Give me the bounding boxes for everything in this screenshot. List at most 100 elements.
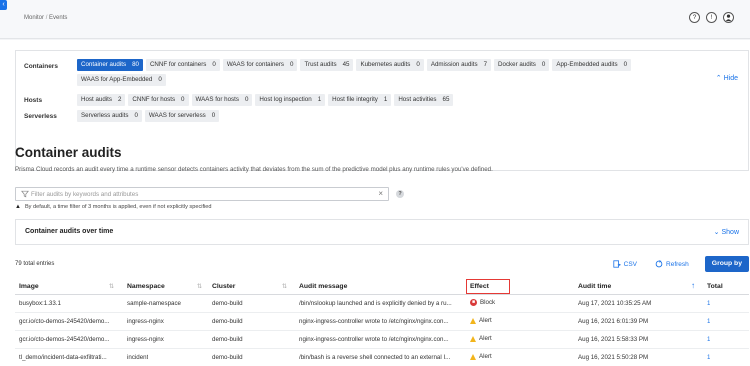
filter-chip[interactable]: WAAS for containers 0	[222, 59, 298, 71]
breadcrumb-root[interactable]: Monitor	[24, 15, 44, 21]
filter-chip-label: Admission audits	[430, 61, 478, 68]
cell-audit-message: /bin/bash is a reverse shell connected t…	[299, 354, 451, 361]
filter-chip-label: Serverless audits	[81, 112, 129, 119]
cell-total[interactable]: 1	[707, 318, 710, 325]
col-audit-message[interactable]: Audit message	[299, 283, 347, 290]
filter-chip-count: 0	[212, 61, 216, 68]
effect-label: Alert	[479, 335, 492, 342]
collapse-sidebar-icon[interactable]: ‹	[0, 0, 7, 10]
cell-total[interactable]: 1	[707, 354, 710, 361]
sort-icon[interactable]: ⇅	[109, 283, 114, 290]
alert-icon	[470, 353, 476, 360]
cell-cluster: demo-build	[212, 300, 243, 307]
filter-chip-label: CNNF for hosts	[132, 96, 176, 103]
col-audit-time[interactable]: Audit time	[578, 283, 611, 290]
filter-chip[interactable]: Host audits 2	[77, 94, 126, 106]
cell-total[interactable]: 1	[707, 300, 710, 307]
alert-icon[interactable]: !	[706, 12, 717, 23]
clear-icon[interactable]: ×	[378, 189, 383, 198]
effect-label: Alert	[479, 317, 492, 324]
filter-chip[interactable]: App-Embedded audits 0	[552, 59, 632, 71]
table-row[interactable]: gcr.io/cto-demos-245420/demo... ingress-n…	[15, 331, 749, 349]
filter-chip[interactable]: CNNF for containers 0	[145, 59, 220, 71]
filter-chip-label: Container audits	[81, 61, 127, 68]
table-row[interactable]: tl_demo/incident-data-exfiltrati... incid…	[15, 349, 749, 366]
filter-chip[interactable]: Container audits 80	[77, 59, 143, 71]
filter-chip[interactable]: Host file integrity 1	[328, 94, 392, 106]
filter-chip-label: CNNF for containers	[149, 61, 207, 68]
alert-icon	[470, 317, 476, 324]
filter-chip[interactable]: Admission audits 7	[426, 59, 492, 71]
group-by-button[interactable]: Group by	[704, 256, 749, 272]
cell-total[interactable]: 1	[707, 336, 710, 343]
cell-image: gcr.io/cto-demos-245420/demo...	[19, 318, 110, 325]
event-filter-panel: Containers Container audits 80 CNNF for co…	[15, 50, 749, 171]
cell-cluster: demo-build	[212, 354, 243, 361]
cell-audit-time: Aug 16, 2021 6:01:39 PM	[578, 318, 649, 325]
sort-arrow-up-icon[interactable]: ↑	[691, 281, 695, 290]
table-row[interactable]: gcr.io/cto-demos-245420/demo... ingress-n…	[15, 313, 749, 331]
total-entries: 79 total entries	[15, 261, 55, 267]
filter-chip-label: WAAS for App-Embedded	[81, 76, 153, 83]
top-icons: ? !	[689, 12, 734, 23]
filter-chip-label: Host activities	[398, 96, 437, 103]
col-namespace[interactable]: Namespace	[127, 283, 165, 290]
effect-highlight-box	[466, 279, 510, 294]
show-chart-link[interactable]: ⌄ Show	[714, 228, 739, 236]
cell-cluster: demo-build	[212, 336, 243, 343]
filter-chip[interactable]: WAAS for hosts 0	[191, 94, 253, 106]
cell-namespace: incident	[127, 354, 149, 361]
filter-chip-label: Docker audits	[498, 61, 536, 68]
filter-chip[interactable]: Host activities 65	[394, 94, 454, 106]
cell-namespace: ingress-nginx	[127, 318, 164, 325]
filter-chip[interactable]: Serverless audits 0	[77, 110, 142, 122]
time-filter-text: By default, a time filter of 3 months is…	[24, 204, 212, 210]
filter-chip-label: Kubernetes audits	[360, 61, 411, 68]
breadcrumb: Monitor / Events	[24, 15, 67, 21]
search-input[interactable]	[31, 188, 371, 200]
col-image[interactable]: Image	[19, 283, 39, 290]
serverless-chips: Serverless audits 0 WAAS for serverless 0	[77, 110, 677, 122]
serverless-label: Serverless	[24, 113, 57, 120]
filter-chip[interactable]: Host log inspection 1	[255, 94, 326, 106]
breadcrumb-separator: /	[45, 15, 48, 21]
filter-chip[interactable]: CNNF for hosts 0	[128, 94, 189, 106]
containers-label: Containers	[24, 63, 58, 70]
filter-chip[interactable]: WAAS for App-Embedded 0	[77, 74, 166, 86]
col-cluster[interactable]: Cluster	[212, 283, 235, 290]
cell-effect: Alert	[470, 335, 492, 342]
filter-chip-count: 80	[132, 61, 139, 68]
sort-icon[interactable]: ⇅	[197, 283, 202, 290]
filter-chip-count: 7	[483, 61, 488, 68]
col-total[interactable]: Total	[707, 283, 723, 290]
cell-audit-message: nginx-ingress-controller wrote to /etc/n…	[299, 336, 449, 343]
user-icon[interactable]	[723, 12, 734, 23]
help-icon[interactable]: ?	[396, 190, 404, 198]
sort-icon[interactable]: ⇅	[282, 283, 287, 290]
hide-filters-link[interactable]: ⌃ Hide	[716, 74, 738, 82]
cell-effect: Alert	[470, 353, 492, 360]
filter-chip-count: 0	[211, 112, 216, 119]
refresh-button[interactable]: Refresh	[655, 260, 689, 268]
download-icon	[613, 260, 621, 268]
block-icon: ■	[470, 299, 477, 306]
cell-image: gcr.io/cto-demos-245420/demo...	[19, 336, 110, 343]
filter-chip[interactable]: WAAS for serverless 0	[144, 110, 220, 122]
filter-chip-label: WAAS for hosts	[195, 96, 239, 103]
csv-button[interactable]: CSV	[613, 260, 637, 268]
question-icon[interactable]: ?	[689, 12, 700, 23]
table-row[interactable]: busybox:1.33.1 sample-namespace demo-build…	[15, 295, 749, 313]
top-bar: ‹ Monitor / Events ? !	[0, 0, 750, 39]
cell-audit-time: Aug 17, 2021 10:35:25 AM	[578, 300, 652, 307]
filter-chip[interactable]: Trust audits 45	[300, 59, 354, 71]
cell-namespace: sample-namespace	[127, 300, 181, 307]
filter-chip-label: Host audits	[81, 96, 112, 103]
hide-label: Hide	[723, 75, 738, 82]
breadcrumb-current: Events	[49, 15, 68, 21]
cell-namespace: ingress-nginx	[127, 336, 164, 343]
cell-effect: ■ Block	[470, 299, 495, 306]
filter-chip-count: 0	[416, 61, 420, 68]
filter-chip-count: 2	[117, 96, 122, 103]
filter-chip[interactable]: Docker audits 0	[494, 59, 550, 71]
filter-chip[interactable]: Kubernetes audits 0	[356, 59, 424, 71]
